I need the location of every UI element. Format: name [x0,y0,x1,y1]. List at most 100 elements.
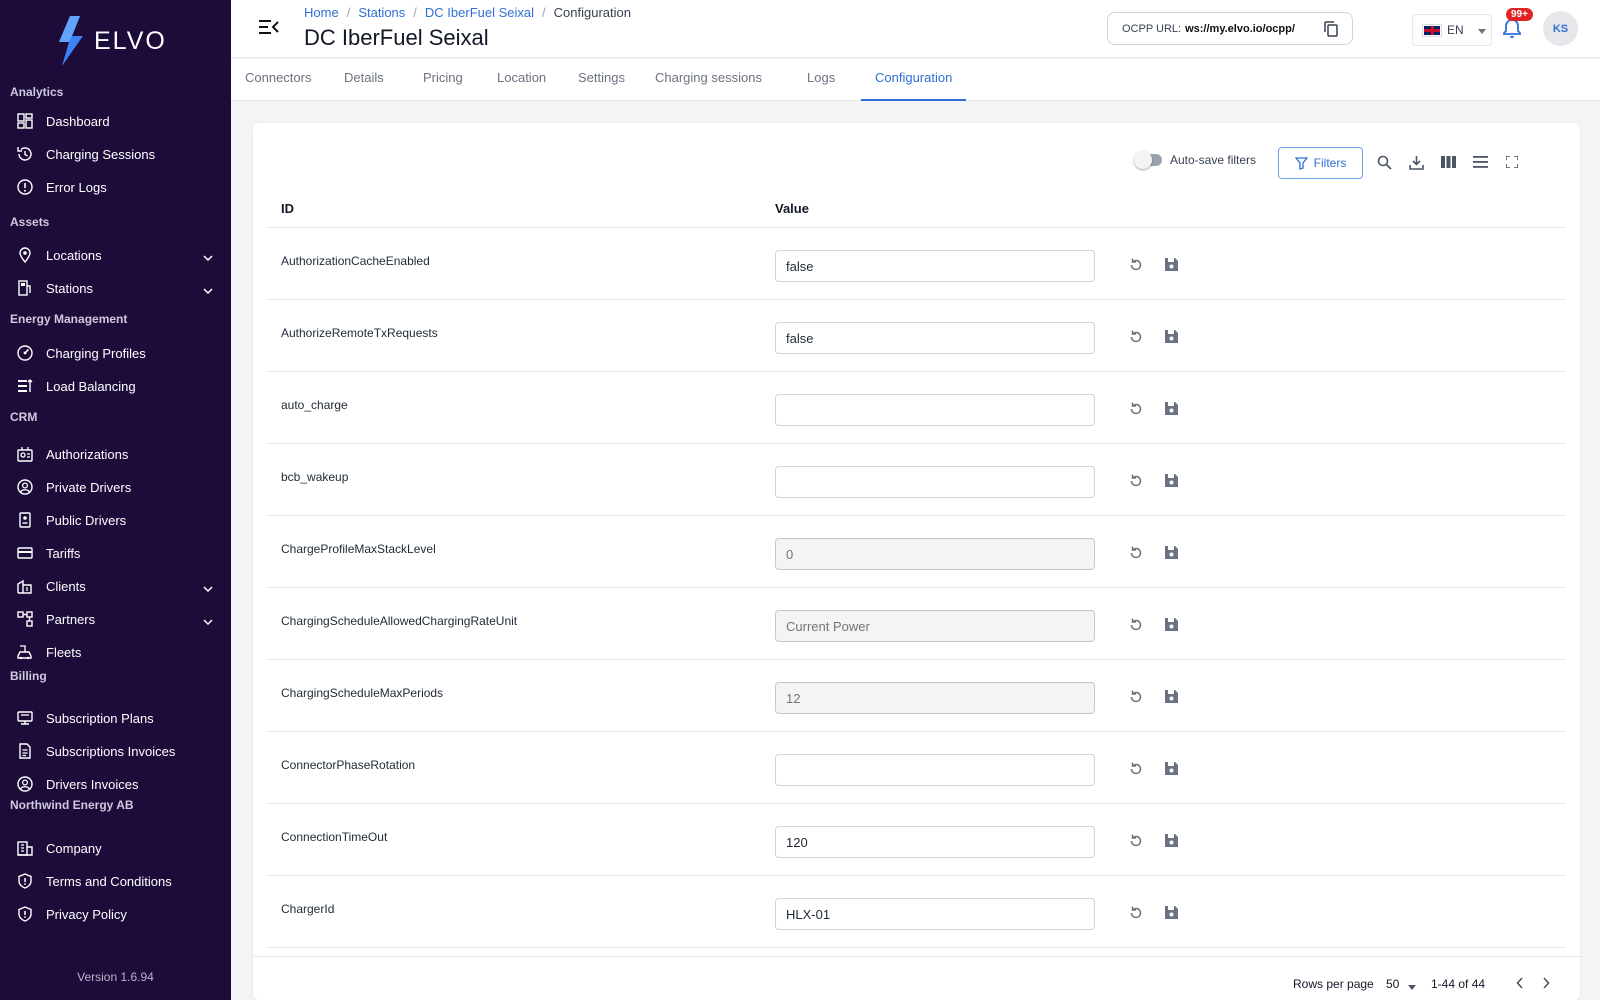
breadcrumb-station[interactable]: DC IberFuel Seixal [425,5,534,20]
search-icon[interactable] [1373,151,1395,173]
sidebar-item-charging-sessions[interactable]: Charging Sessions [0,139,231,169]
sidebar-item-authorizations[interactable]: Authorizations [0,439,231,469]
sidebar-item-label: Stations [46,280,93,296]
previous-page-icon[interactable] [1516,977,1524,992]
sidebar-item-label: Charging Profiles [46,345,146,361]
rows-per-page-select[interactable]: 50 [1386,977,1399,991]
config-value-input[interactable] [775,538,1095,570]
reset-icon[interactable] [1128,401,1144,422]
sidebar-item-load-balancing[interactable]: Load Balancing [0,371,231,401]
reset-icon[interactable] [1128,473,1144,494]
save-icon[interactable] [1164,473,1179,493]
save-icon[interactable] [1164,401,1179,421]
menu-collapse-icon[interactable] [259,18,279,41]
breadcrumb-stations[interactable]: Stations [358,5,405,20]
sidebar-item-partners[interactable]: Partners [0,604,231,634]
save-icon[interactable] [1164,545,1179,565]
sidebar-item-public-drivers[interactable]: Public Drivers [0,505,231,535]
sidebar-item-stations[interactable]: Stations [0,273,231,303]
reset-icon[interactable] [1128,689,1144,710]
user-circle-icon [16,775,34,793]
chevron-down-icon[interactable] [203,580,213,595]
sidebar-item-dashboard[interactable]: Dashboard [0,106,231,136]
sidebar-item-label: Public Drivers [46,512,127,528]
sidebar-item-charging-profiles[interactable]: Charging Profiles [0,338,231,368]
save-icon[interactable] [1164,257,1179,277]
save-icon[interactable] [1164,329,1179,349]
config-value-input[interactable] [775,322,1095,354]
columns-icon[interactable] [1437,151,1459,173]
sidebar-item-subscription-plans[interactable]: Subscription Plans [0,703,231,733]
user-circle-icon [16,478,34,496]
reset-icon[interactable] [1128,329,1144,350]
reset-icon[interactable] [1128,761,1144,782]
sidebar-item-error-logs[interactable]: Error Logs [0,172,231,202]
config-value-input[interactable] [775,682,1095,714]
fullscreen-icon[interactable] [1501,151,1523,173]
tab-configuration[interactable]: Configuration [861,59,967,101]
sidebar-item-terms-and-conditions[interactable]: Terms and Conditions [0,866,231,896]
chevron-down-icon[interactable] [203,282,213,297]
save-icon[interactable] [1164,761,1179,781]
bell-icon[interactable] [1503,18,1521,43]
sidebar-item-locations[interactable]: Locations [0,240,231,270]
brand-logo[interactable]: ELVO [56,16,167,66]
save-icon[interactable] [1164,689,1179,709]
next-page-icon[interactable] [1542,977,1550,992]
column-header-value[interactable]: Value [775,201,809,216]
sidebar-item-label: Locations [46,247,102,263]
download-icon[interactable] [1405,151,1427,173]
sidebar-item-label: Subscriptions Invoices [46,743,176,759]
sidebar-item-private-drivers[interactable]: Private Drivers [0,472,231,502]
reset-icon[interactable] [1128,257,1144,278]
save-icon[interactable] [1164,905,1179,925]
density-icon[interactable] [1469,151,1491,173]
config-value-input[interactable] [775,610,1095,642]
sidebar-item-label: Partners [46,611,96,627]
reset-icon[interactable] [1128,833,1144,854]
save-icon[interactable] [1164,617,1179,637]
sidebar-item-fleets[interactable]: Fleets [0,637,231,667]
autosave-switch[interactable] [1134,151,1162,169]
config-value-input[interactable] [775,250,1095,282]
table-row: bcb_wakeup [267,444,1566,516]
save-icon[interactable] [1164,833,1179,853]
tab-pricing[interactable]: Pricing [409,59,477,101]
config-value-input[interactable] [775,898,1095,930]
filters-button[interactable]: Filters [1278,147,1363,179]
tab-settings[interactable]: Settings [564,59,639,101]
nav-section-title: Energy Management [10,312,128,326]
reset-icon[interactable] [1128,617,1144,638]
config-value-input[interactable] [775,394,1095,426]
sidebar-item-tariffs[interactable]: Tariffs [0,538,231,568]
sidebar-item-privacy-policy[interactable]: Privacy Policy [0,899,231,929]
reset-icon[interactable] [1128,545,1144,566]
sidebar-item-drivers-invoices[interactable]: Drivers Invoices [0,769,231,799]
config-value-input[interactable] [775,466,1095,498]
reset-icon[interactable] [1128,905,1144,926]
sidebar-item-label: Terms and Conditions [46,873,172,889]
tab-location[interactable]: Location [483,59,560,101]
column-header-id[interactable]: ID [281,201,294,216]
config-key: auto_charge [281,398,348,412]
table-row: AuthorizationCacheEnabled [267,228,1566,300]
sidebar-item-company[interactable]: Company [0,833,231,863]
tab-logs[interactable]: Logs [793,59,849,101]
tab-charging-sessions[interactable]: Charging sessions [641,59,776,101]
sidebar-item-subscriptions-invoices[interactable]: Subscriptions Invoices [0,736,231,766]
sidebar-item-clients[interactable]: Clients [0,571,231,601]
config-value-input[interactable] [775,826,1095,858]
config-value-input[interactable] [775,754,1095,786]
chevron-down-icon[interactable] [1408,979,1416,993]
language-select[interactable]: EN [1412,14,1492,46]
breadcrumb-home[interactable]: Home [304,5,339,20]
chevron-down-icon[interactable] [203,613,213,628]
tab-details[interactable]: Details [330,59,398,101]
shield-icon [16,872,34,890]
chevron-down-icon[interactable] [203,249,213,264]
tab-connectors[interactable]: Connectors [231,59,325,101]
autosave-toggle[interactable]: Auto-save filters [1134,151,1256,169]
copy-icon[interactable] [1324,21,1338,40]
config-key: ChargingScheduleMaxPeriods [281,686,444,700]
user-avatar[interactable]: KS [1543,11,1578,46]
